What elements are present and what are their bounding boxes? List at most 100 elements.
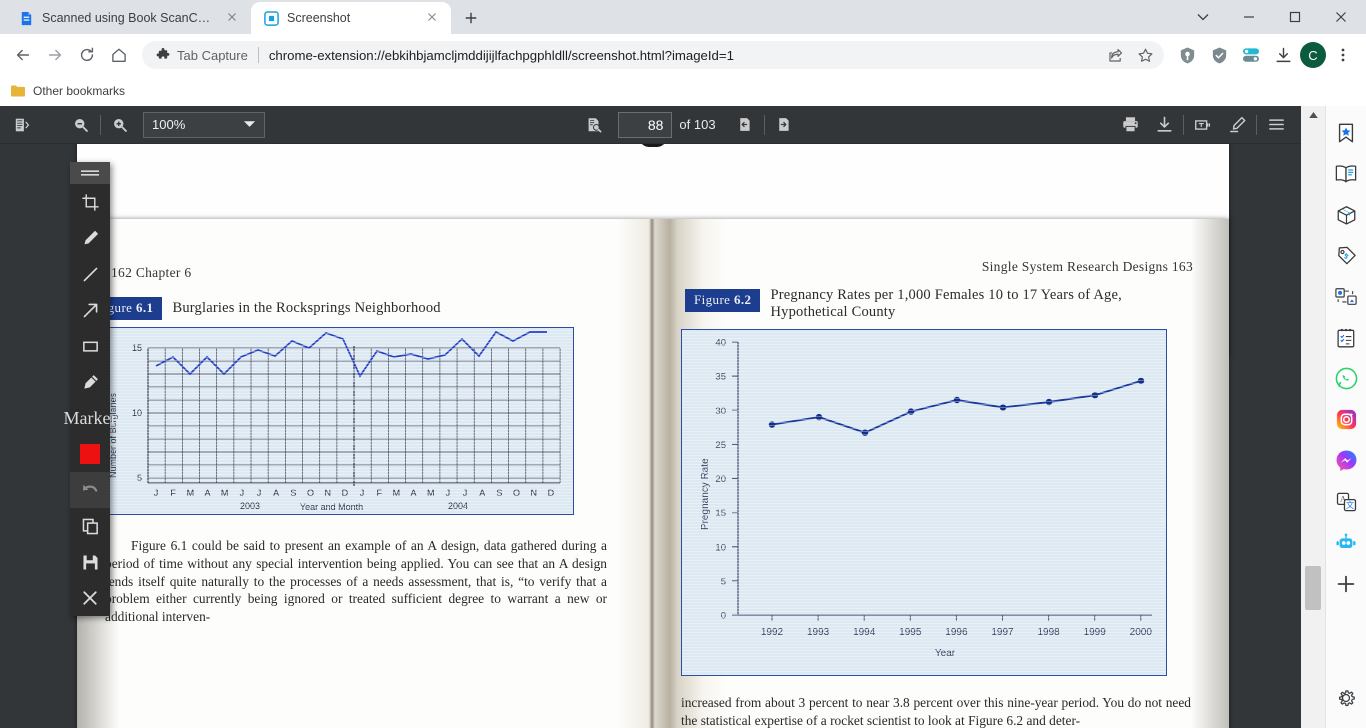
svg-text:10: 10 — [132, 408, 142, 418]
profile-avatar[interactable]: C — [1300, 42, 1326, 68]
settings-gear-icon[interactable] — [1329, 677, 1363, 718]
address-bar[interactable]: Tab Capture chrome-extension://ebkihbjam… — [142, 41, 1164, 69]
pencil-tool-button[interactable] — [70, 220, 110, 256]
text-tool-icon[interactable] — [1186, 110, 1220, 140]
download-icon[interactable] — [1268, 40, 1298, 70]
x-tick-label: M — [221, 488, 229, 498]
price-tags-icon[interactable] — [1329, 235, 1363, 276]
browser-tab-2-title: Screenshot — [287, 11, 351, 25]
crop-tool-button[interactable] — [70, 184, 110, 220]
x-tick-label: J — [257, 488, 262, 498]
book-spine-crease — [649, 219, 655, 728]
bookmark-star-icon[interactable] — [1329, 112, 1363, 153]
color-swatch-button[interactable] — [70, 436, 110, 472]
checklist-notepad-icon[interactable] — [1329, 317, 1363, 358]
x-tick-label: S — [496, 488, 502, 498]
scrollbar-thumb[interactable] — [1305, 566, 1321, 610]
marker-tool-button[interactable] — [70, 364, 110, 400]
tab-search-button[interactable] — [1180, 1, 1226, 33]
extension-location-icon[interactable] — [1172, 40, 1202, 70]
omnibox-divider — [257, 47, 259, 63]
x-tick-label: F — [376, 488, 382, 498]
browser-tab-1[interactable]: Scanned using Book ScanCenter — [6, 2, 251, 34]
other-bookmarks-label[interactable]: Other bookmarks — [33, 84, 125, 98]
whatsapp-icon[interactable] — [1329, 358, 1363, 399]
page-number-input[interactable]: 88 — [618, 111, 673, 138]
pdf-toolbar: 100% 88 of 103 — [0, 106, 1301, 144]
zoom-out-icon[interactable] — [64, 110, 98, 140]
svg-text:文: 文 — [1345, 499, 1353, 509]
find-icon[interactable] — [577, 110, 611, 140]
toolbar-divider — [100, 114, 101, 135]
print-icon[interactable] — [1113, 110, 1147, 140]
menu-icon[interactable] — [1259, 110, 1293, 140]
package-box-icon[interactable] — [1329, 194, 1363, 235]
figure-6-2-tag: Figure 6.2 — [685, 289, 761, 312]
screenshot-icon — [263, 10, 279, 26]
close-icon[interactable] — [225, 10, 241, 26]
extension-shield-icon[interactable] — [1204, 40, 1234, 70]
bookmarks-bar: Other bookmarks — [0, 76, 1366, 106]
pdf-viewer: 100% 88 of 103 162 Chapter 6 Figure 6.1 … — [0, 106, 1366, 728]
text-tool-button[interactable]: Marker — [64, 400, 117, 436]
figure-6-1-series — [155, 330, 547, 378]
previous-page-icon[interactable] — [728, 110, 762, 140]
x-tick-label: M — [393, 488, 401, 498]
color-swatch — [80, 444, 100, 464]
bookmark-star-icon[interactable] — [1132, 42, 1158, 68]
figure-number: 6.2 — [734, 292, 752, 307]
x-tick-label: A — [411, 488, 417, 498]
translate-icon[interactable]: A文 — [1329, 481, 1363, 522]
new-tab-button[interactable] — [457, 4, 485, 32]
copy-button[interactable] — [70, 508, 110, 544]
maximize-button[interactable] — [1272, 1, 1318, 33]
instagram-icon[interactable] — [1329, 399, 1363, 440]
pdf-scrollbar[interactable] — [1301, 106, 1325, 728]
back-button[interactable] — [8, 40, 38, 70]
undo-button[interactable] — [70, 472, 110, 508]
close-icon[interactable] — [425, 10, 441, 26]
add-icon[interactable] — [1329, 563, 1363, 604]
book-scan-icon — [18, 10, 34, 26]
left-page-body-text: Figure 6.1 could be said to present an e… — [105, 538, 607, 625]
reload-button[interactable] — [72, 40, 102, 70]
extension-toggle-icon[interactable] — [1236, 40, 1266, 70]
minimize-button[interactable] — [1226, 1, 1272, 33]
chatbot-icon[interactable] — [1329, 522, 1363, 563]
zoom-in-icon[interactable] — [103, 110, 137, 140]
transfer-images-icon[interactable] — [1329, 276, 1363, 317]
figure-6-1-xlabel: Year and Month — [299, 502, 364, 512]
x-tick-label: J — [154, 488, 159, 498]
highlight-tool-icon[interactable] — [1220, 110, 1254, 140]
figure-number: 6.1 — [136, 300, 154, 315]
pdf-page-canvas[interactable]: able at a time. If for example, a progra… — [0, 144, 1301, 728]
line-tool-button[interactable] — [70, 256, 110, 292]
close-annotation-button[interactable] — [70, 580, 110, 616]
share-icon[interactable] — [1102, 42, 1128, 68]
home-button[interactable] — [104, 40, 134, 70]
x-tick-label: 1992 — [761, 627, 784, 638]
chrome-menu-icon[interactable] — [1328, 40, 1358, 70]
next-page-icon[interactable] — [767, 110, 801, 140]
y-tick-label: 0 — [721, 611, 726, 622]
annotation-toolbar: Marker — [64, 162, 117, 616]
reading-book-icon[interactable] — [1329, 153, 1363, 194]
extension-label: Tab Capture — [177, 47, 248, 63]
figure-6-2-chart: 0 5 10 15 20 25 30 35 40 Pregnancy Rate — [681, 329, 1167, 676]
close-window-button[interactable] — [1318, 1, 1364, 33]
left-book-page: 162 Chapter 6 Figure 6.1 Burglaries in t… — [77, 219, 637, 728]
right-page-body-text: increased from about 3 percent to near 3… — [681, 695, 1191, 728]
rectangle-tool-button[interactable] — [70, 328, 110, 364]
browser-tab-2[interactable]: Screenshot — [251, 2, 451, 34]
scroll-up-arrow[interactable] — [1301, 106, 1325, 124]
download-pdf-icon[interactable] — [1147, 110, 1181, 140]
x-tick-label: O — [307, 488, 314, 498]
x-tick-label: F — [170, 488, 176, 498]
messenger-icon[interactable] — [1329, 440, 1363, 481]
arrow-tool-button[interactable] — [70, 292, 110, 328]
forward-button[interactable] — [40, 40, 70, 70]
sidebar-toggle-icon[interactable] — [6, 110, 40, 140]
save-button[interactable] — [70, 544, 110, 580]
drag-handle[interactable] — [70, 162, 110, 184]
zoom-level-select[interactable]: 100% — [143, 111, 265, 138]
